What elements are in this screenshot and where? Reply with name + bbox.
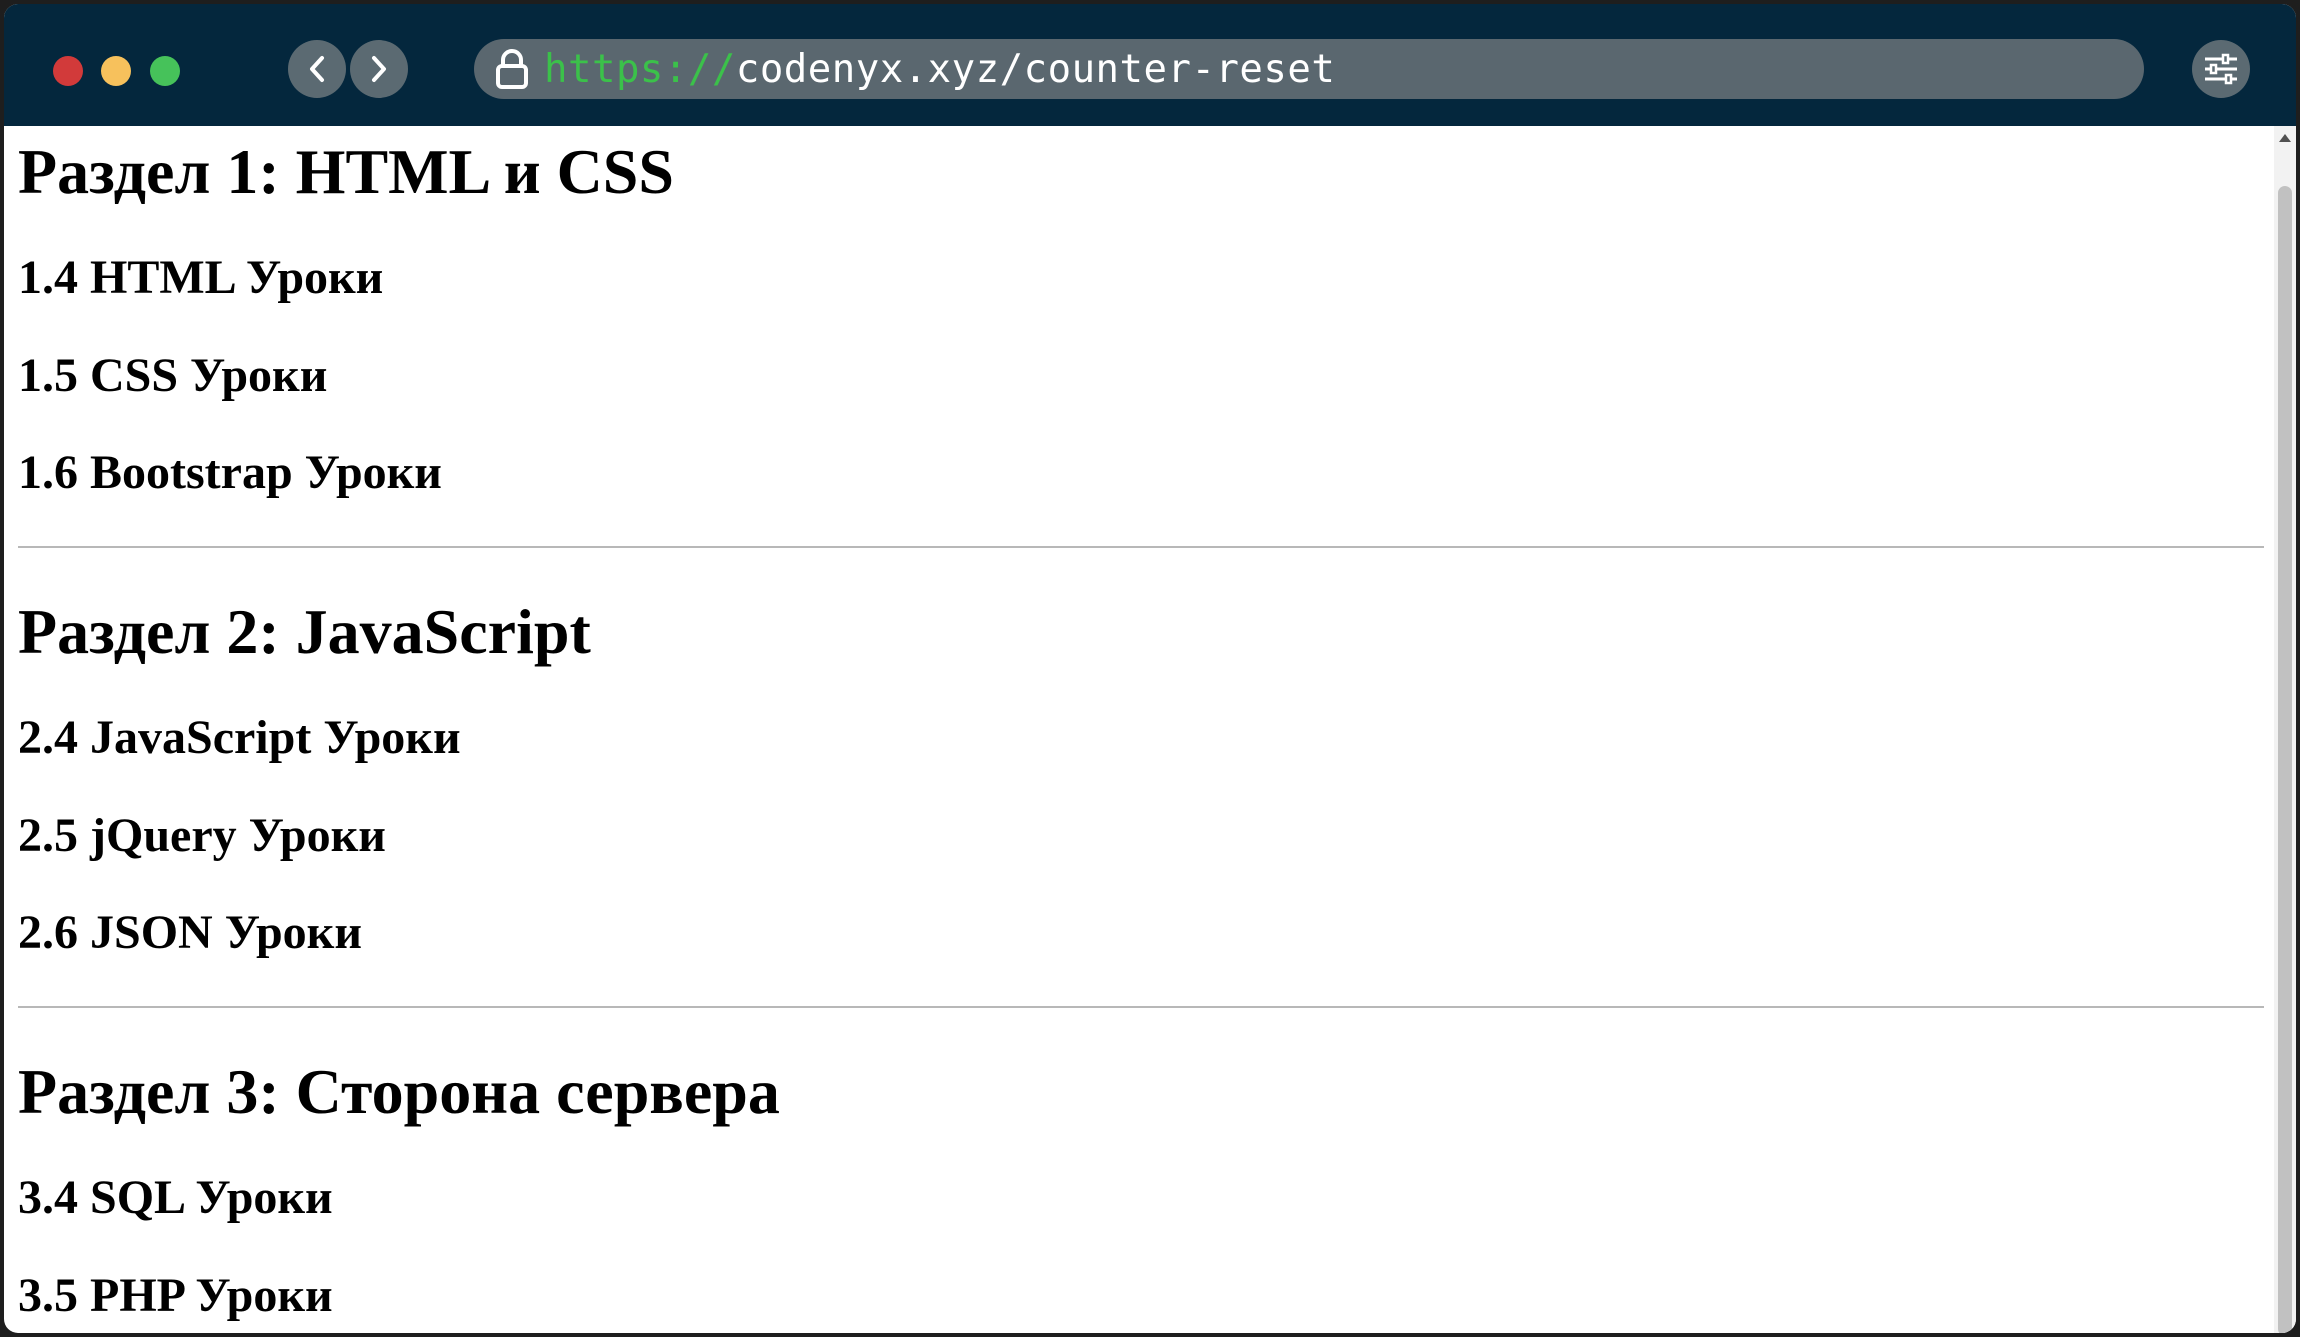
settings-button[interactable] (2192, 40, 2250, 98)
section-item: 2.4 JavaScript Уроки (18, 711, 461, 764)
close-window-button[interactable] (53, 56, 83, 86)
section-item: 2.5 jQuery Уроки (18, 809, 386, 862)
section-item: 2.6 JSON Уроки (18, 906, 362, 959)
section-item: 3.5 PHP Уроки (18, 1269, 333, 1322)
section-item: 3.4 SQL Уроки (18, 1171, 333, 1224)
sliders-icon (2205, 53, 2237, 85)
url-scheme: https:// (544, 46, 736, 92)
forward-button[interactable] (350, 40, 408, 98)
vertical-scrollbar[interactable] (2274, 126, 2296, 1333)
chevron-left-icon (310, 56, 324, 82)
section-divider (18, 1006, 2264, 1008)
url-text: https://codenyx.xyz/counter-reset (544, 47, 1335, 92)
back-button[interactable] (288, 40, 346, 98)
chevron-right-icon (372, 56, 386, 82)
scrollbar-thumb[interactable] (2278, 186, 2292, 1333)
section-heading-3: Раздел 3: Сторона сервера (18, 1056, 780, 1127)
browser-titlebar: https://codenyx.xyz/counter-reset (4, 4, 2296, 126)
page-content: Раздел 1: HTML и CSS 1.4 HTML Уроки 1.5 … (4, 126, 2274, 1333)
url-host-path: codenyx.xyz/counter-reset (735, 46, 1336, 92)
section-heading-2: Раздел 2: JavaScript (18, 596, 591, 667)
maximize-window-button[interactable] (150, 56, 180, 86)
section-item: 1.5 CSS Уроки (18, 349, 328, 402)
section-heading-1: Раздел 1: HTML и CSS (18, 136, 674, 207)
browser-window: https://codenyx.xyz/counter-reset Раздел… (4, 4, 2296, 1333)
section-divider (18, 546, 2264, 548)
lock-icon (492, 47, 532, 91)
section-item: 1.6 Bootstrap Уроки (18, 446, 442, 499)
scroll-up-arrow-icon[interactable] (2279, 134, 2291, 142)
section-item: 1.4 HTML Уроки (18, 251, 384, 304)
minimize-window-button[interactable] (101, 56, 131, 86)
address-bar[interactable]: https://codenyx.xyz/counter-reset (474, 39, 2144, 99)
